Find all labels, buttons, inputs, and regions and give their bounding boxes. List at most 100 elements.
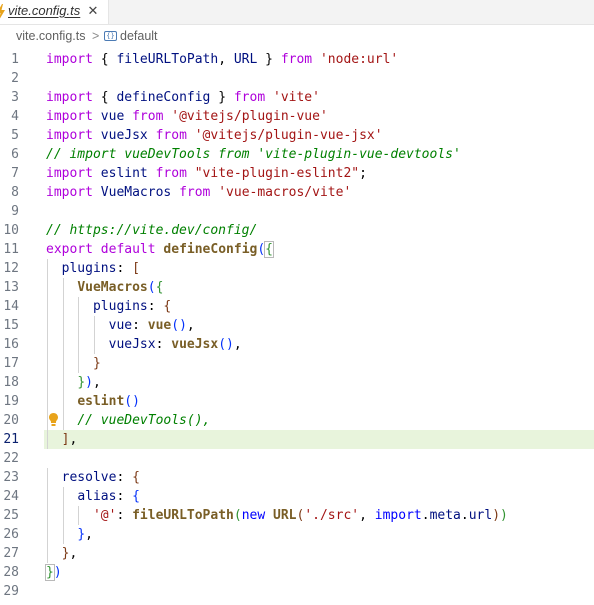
code-line[interactable]: 9: [0, 202, 594, 221]
code-line[interactable]: 25 '@': fileURLToPath(new URL('./src', i…: [0, 506, 594, 525]
code-area[interactable]: import vueJsx from '@vitejs/plugin-vue-j…: [44, 126, 594, 145]
line-number[interactable]: 29: [0, 582, 19, 601]
code-line[interactable]: 8 import VueMacros from 'vue-macros/vite': [0, 183, 594, 202]
code-area[interactable]: [44, 449, 594, 468]
line-number[interactable]: 6: [0, 145, 19, 164]
code-line[interactable]: 10 // https://vite.dev/config/: [0, 221, 594, 240]
code-area[interactable]: // https://vite.dev/config/: [44, 221, 594, 240]
code-area[interactable]: [44, 202, 594, 221]
code-area[interactable]: },: [44, 544, 594, 563]
code-area[interactable]: // import vueDevTools from 'vite-plugin-…: [44, 145, 594, 164]
line-number[interactable]: 25: [0, 506, 19, 525]
line-number[interactable]: 2: [0, 69, 19, 88]
line-number[interactable]: 23: [0, 468, 19, 487]
code-line[interactable]: 7 import eslint from "vite-plugin-eslint2…: [0, 164, 594, 183]
code-area[interactable]: resolve: {: [44, 468, 594, 487]
line-number[interactable]: 3: [0, 88, 19, 107]
code-line[interactable]: 14 plugins: {: [0, 297, 594, 316]
code-line[interactable]: 5 import vueJsx from '@vitejs/plugin-vue-…: [0, 126, 594, 145]
line-number[interactable]: 19: [0, 392, 19, 411]
code-token: fileURLToPath: [132, 508, 234, 523]
line-number[interactable]: 4: [0, 107, 19, 126]
code-area[interactable]: [44, 582, 594, 601]
line-number[interactable]: 1: [0, 50, 19, 69]
code-line[interactable]: 29: [0, 582, 594, 601]
code-line[interactable]: 22: [0, 449, 594, 468]
code-line[interactable]: 15 vue: vue(),: [0, 316, 594, 335]
code-area[interactable]: import eslint from "vite-plugin-eslint2"…: [44, 164, 594, 183]
code-area[interactable]: eslint(): [44, 392, 594, 411]
line-number[interactable]: 27: [0, 544, 19, 563]
code-line[interactable]: 19 eslint(): [0, 392, 594, 411]
line-number[interactable]: 17: [0, 354, 19, 373]
line-number[interactable]: 20: [0, 411, 19, 430]
code-line[interactable]: 28}): [0, 563, 594, 582]
line-number[interactable]: 24: [0, 487, 19, 506]
code-line[interactable]: 3 import { defineConfig } from 'vite': [0, 88, 594, 107]
line-number[interactable]: 21: [0, 430, 19, 449]
line-number[interactable]: 15: [0, 316, 19, 335]
line-number[interactable]: 10: [0, 221, 19, 240]
code-area[interactable]: plugins: {: [44, 297, 594, 316]
tab-vite-config[interactable]: vite.config.ts ✕: [0, 0, 109, 24]
code-area[interactable]: import { defineConfig } from 'vite': [44, 88, 594, 107]
code-area[interactable]: import { fileURLToPath, URL } from 'node…: [44, 50, 594, 69]
code-area[interactable]: vue: vue(),: [44, 316, 594, 335]
code-line[interactable]: 11 export default defineConfig({: [0, 240, 594, 259]
line-number[interactable]: 11: [0, 240, 19, 259]
code-line[interactable]: 18 }),: [0, 373, 594, 392]
code-line[interactable]: 6 // import vueDevTools from 'vite-plugin…: [0, 145, 594, 164]
line-number[interactable]: 28: [0, 563, 19, 582]
line-number[interactable]: 5: [0, 126, 19, 145]
code-area[interactable]: '@': fileURLToPath(new URL('./src', impo…: [44, 506, 594, 525]
code-text: }: [46, 354, 101, 373]
code-area[interactable]: export default defineConfig({: [44, 240, 594, 259]
lightbulb-icon[interactable]: [49, 413, 58, 427]
code-line[interactable]: 26 },: [0, 525, 594, 544]
code-line[interactable]: 21 ],: [0, 430, 594, 449]
code-area[interactable]: import VueMacros from 'vue-macros/vite': [44, 183, 594, 202]
line-number[interactable]: 16: [0, 335, 19, 354]
line-number[interactable]: 18: [0, 373, 19, 392]
code-area[interactable]: }: [44, 354, 594, 373]
code-area[interactable]: import vue from '@vitejs/plugin-vue': [44, 107, 594, 126]
code-area[interactable]: }): [44, 563, 594, 582]
code-line[interactable]: 20 // vueDevTools(),: [0, 411, 594, 430]
line-number[interactable]: 9: [0, 202, 19, 221]
code-line[interactable]: 1 import { fileURLToPath, URL } from 'nod…: [0, 50, 594, 69]
line-number[interactable]: 14: [0, 297, 19, 316]
code-area[interactable]: }),: [44, 373, 594, 392]
breadcrumb-file[interactable]: vite.config.ts: [16, 29, 85, 43]
code-area[interactable]: ],: [44, 430, 594, 449]
line-number[interactable]: 26: [0, 525, 19, 544]
line-number[interactable]: 12: [0, 259, 19, 278]
line-number[interactable]: 7: [0, 164, 19, 183]
code-line[interactable]: 27 },: [0, 544, 594, 563]
code-area[interactable]: },: [44, 525, 594, 544]
code-line[interactable]: 13 VueMacros({: [0, 278, 594, 297]
code-line[interactable]: 23 resolve: {: [0, 468, 594, 487]
code-line[interactable]: 16 vueJsx: vueJsx(),: [0, 335, 594, 354]
code-area[interactable]: alias: {: [44, 487, 594, 506]
breadcrumb-symbol[interactable]: default: [120, 29, 158, 43]
line-number[interactable]: 8: [0, 183, 19, 202]
code-line[interactable]: 2: [0, 69, 594, 88]
code-area[interactable]: [44, 69, 594, 88]
code-token: import: [46, 185, 93, 200]
line-number[interactable]: 22: [0, 449, 19, 468]
line-number[interactable]: 13: [0, 278, 19, 297]
code-area[interactable]: plugins: [: [44, 259, 594, 278]
code-line[interactable]: 12 plugins: [: [0, 259, 594, 278]
code-text: '@': fileURLToPath(new URL('./src', impo…: [46, 506, 508, 525]
code-editor[interactable]: 1 import { fileURLToPath, URL } from 'nod…: [0, 47, 594, 605]
code-area[interactable]: // vueDevTools(),: [44, 411, 594, 430]
code-line[interactable]: 17 }: [0, 354, 594, 373]
code-area[interactable]: vueJsx: vueJsx(),: [44, 335, 594, 354]
code-area[interactable]: VueMacros({: [44, 278, 594, 297]
close-icon[interactable]: ✕: [86, 3, 100, 19]
code-line[interactable]: 24 alias: {: [0, 487, 594, 506]
code-line[interactable]: 4 import vue from '@vitejs/plugin-vue': [0, 107, 594, 126]
